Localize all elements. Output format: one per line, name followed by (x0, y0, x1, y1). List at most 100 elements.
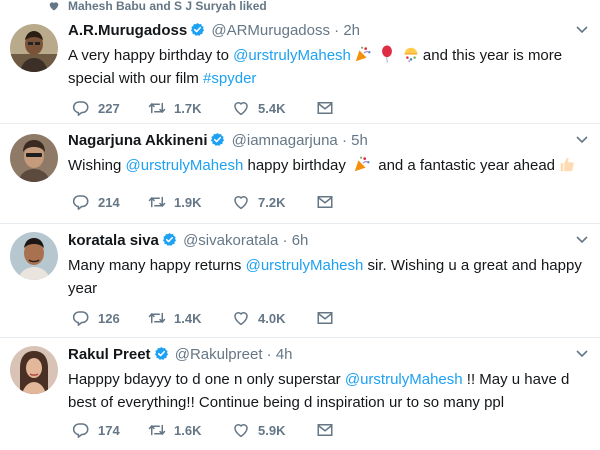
retweet-button[interactable]: 1.4K (148, 308, 201, 328)
mention-link[interactable]: @urstrulyMahesh (246, 257, 364, 274)
reply-icon (72, 193, 90, 211)
mail-icon (316, 421, 334, 439)
avatar[interactable] (10, 346, 58, 394)
verified-badge-icon (210, 132, 225, 147)
avatar[interactable] (10, 24, 58, 72)
chevron-down-icon[interactable] (576, 350, 588, 358)
direct-message-button[interactable] (316, 420, 342, 440)
tweet-header: koratala siva @sivakoratala · 6h (68, 230, 308, 252)
like-count: 7.2K (258, 194, 286, 210)
tweet[interactable]: koratala siva @sivakoratala · 6h Many ma… (0, 224, 600, 338)
hashtag-link[interactable]: #spyder (203, 70, 256, 87)
like-icon (232, 99, 250, 117)
reply-button[interactable]: 126 (72, 308, 120, 328)
retweet-icon (148, 309, 166, 327)
timestamp[interactable]: 4h (276, 346, 293, 363)
mention-link[interactable]: @urstrulyMahesh (126, 157, 244, 174)
retweet-button[interactable]: 1.9K (148, 192, 201, 212)
like-icon (232, 421, 250, 439)
reply-button[interactable]: 214 (72, 192, 120, 212)
retweet-icon (148, 99, 166, 117)
retweet-count: 1.6K (174, 422, 202, 438)
separator-dot: · (266, 346, 272, 363)
thumbs-up-icon (558, 155, 576, 173)
like-button[interactable]: 5.4K (232, 98, 285, 118)
text-segment: Many many happy returns (68, 257, 246, 274)
text-segment: Happpy bdayyy to d one n only superstar (68, 371, 345, 388)
avatar[interactable] (10, 134, 58, 182)
mention-link[interactable]: @urstrulyMahesh (345, 371, 463, 388)
tweet-text: A very happy birthday to @urstrulyMahesh… (68, 44, 588, 90)
tweet[interactable]: A.R.Murugadoss @ARMurugadoss · 2h A very… (0, 14, 600, 124)
reply-count: 227 (98, 100, 120, 116)
avatar[interactable] (10, 232, 58, 280)
tweet-actions: 214 1.9K 7.2K (72, 192, 352, 212)
mention-link[interactable]: @urstrulyMahesh (233, 47, 351, 64)
like-icon (232, 309, 250, 327)
like-count: 5.9K (258, 422, 286, 438)
author-name[interactable]: Rakul Preet (68, 346, 151, 363)
retweet-button[interactable]: 1.6K (148, 420, 201, 440)
party-popper-icon (354, 45, 372, 63)
author-handle[interactable]: @iamnagarjuna (232, 132, 338, 149)
reply-button[interactable]: 174 (72, 420, 120, 440)
text-segment: A very happy birthday to (68, 47, 234, 64)
tweet-text: Wishing @urstrulyMahesh happy birthday a… (68, 154, 588, 177)
timestamp[interactable]: 6h (292, 232, 309, 249)
reply-button[interactable]: 227 (72, 98, 120, 118)
reply-count: 174 (98, 422, 120, 438)
like-count: 4.0K (258, 310, 286, 326)
direct-message-button[interactable] (316, 308, 342, 328)
separator-dot: · (341, 132, 347, 149)
verified-badge-icon (162, 232, 177, 247)
direct-message-button[interactable] (316, 192, 342, 212)
text-segment: happy birthday (243, 157, 351, 174)
author-handle[interactable]: @ARMurugadoss (211, 22, 330, 39)
tweet-actions: 227 1.7K 5.4K (72, 98, 352, 118)
like-button[interactable]: 5.9K (232, 420, 285, 440)
retweet-count: 1.4K (174, 310, 202, 326)
reply-count: 214 (98, 194, 120, 210)
liked-by-text: Mahesh Babu and S J Suryah liked (68, 0, 267, 13)
tweet-text: Many many happy returns @urstrulyMahesh … (68, 254, 588, 300)
chevron-down-icon[interactable] (576, 26, 588, 34)
retweet-count: 1.7K (174, 100, 202, 116)
chevron-down-icon[interactable] (576, 236, 588, 244)
reply-count: 126 (98, 310, 120, 326)
tweet-actions: 174 1.6K 5.9K (72, 420, 352, 440)
retweet-icon (148, 421, 166, 439)
like-icon (232, 193, 250, 211)
mail-icon (316, 193, 334, 211)
tweet-text: Happpy bdayyy to d one n only superstar … (68, 368, 588, 414)
tweet-header: Nagarjuna Akkineni @iamnagarjuna · 5h (68, 130, 368, 152)
timestamp[interactable]: 5h (351, 132, 368, 149)
tweet-header: Rakul Preet @Rakulpreet · 4h (68, 344, 293, 366)
separator-dot: · (282, 232, 288, 249)
balloon-icon (378, 45, 396, 63)
separator-dot: · (334, 22, 340, 39)
like-button[interactable]: 4.0K (232, 308, 285, 328)
liked-bar: Mahesh Babu and S J Suryah liked (0, 0, 600, 14)
direct-message-button[interactable] (316, 98, 342, 118)
text-segment: and a fantastic year ahead (374, 157, 556, 174)
party-popper-icon (353, 155, 371, 173)
timestamp[interactable]: 2h (343, 22, 360, 39)
tweet[interactable]: Nagarjuna Akkineni @iamnagarjuna · 5h Wi… (0, 124, 600, 224)
author-handle[interactable]: @Rakulpreet (175, 346, 263, 363)
author-handle[interactable]: @sivakoratala (183, 232, 278, 249)
mail-icon (316, 309, 334, 327)
tweet[interactable]: Rakul Preet @Rakulpreet · 4h Happpy bday… (0, 338, 600, 450)
author-name[interactable]: A.R.Murugadoss (68, 22, 187, 39)
reply-icon (72, 309, 90, 327)
retweet-button[interactable]: 1.7K (148, 98, 201, 118)
mail-icon (316, 99, 334, 117)
author-name[interactable]: Nagarjuna Akkineni (68, 132, 207, 149)
reply-icon (72, 421, 90, 439)
verified-badge-icon (154, 346, 169, 361)
like-button[interactable]: 7.2K (232, 192, 285, 212)
chevron-down-icon[interactable] (576, 136, 588, 144)
heart-icon (49, 2, 59, 11)
like-count: 5.4K (258, 100, 286, 116)
author-name[interactable]: koratala siva (68, 232, 159, 249)
text-segment: Wishing (68, 157, 126, 174)
